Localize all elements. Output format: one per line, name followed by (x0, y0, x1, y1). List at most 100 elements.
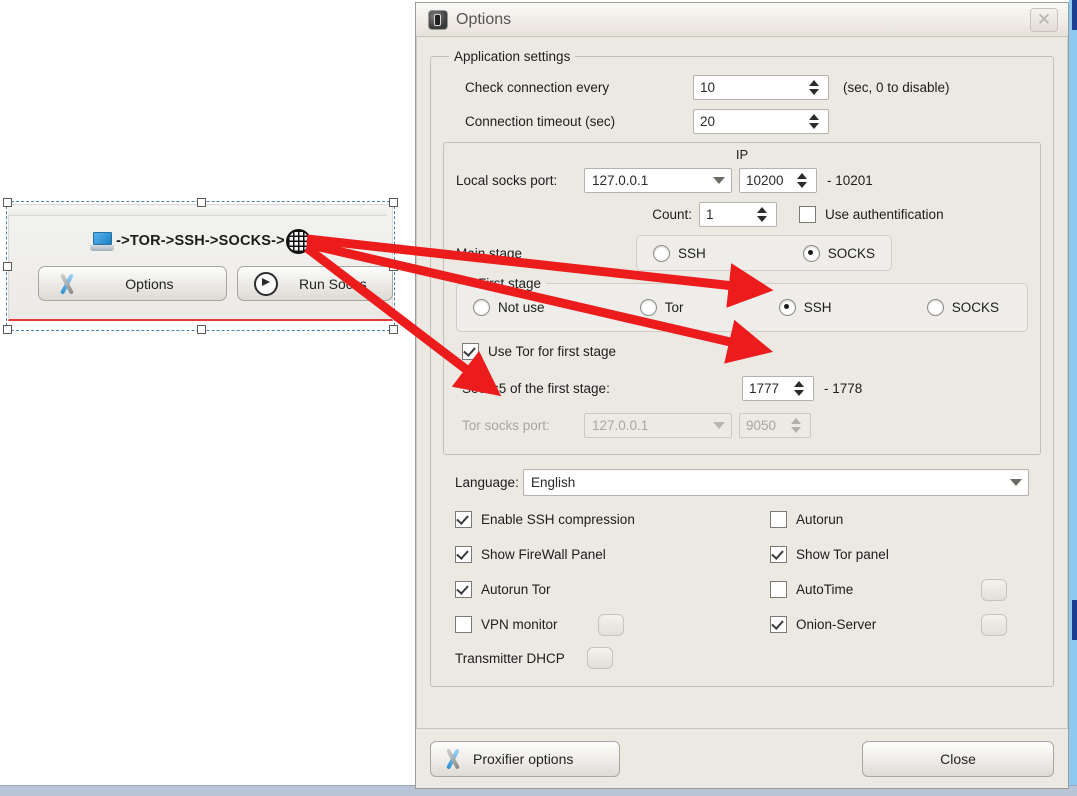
background-window-navy-top (1072, 0, 1077, 30)
dialog-title: Options (456, 10, 512, 28)
proxifier-options-label: Proxifier options (473, 750, 574, 767)
onion-server-toggle-pill[interactable] (981, 613, 1007, 636)
tools-icon (441, 747, 463, 770)
spinner-arrows[interactable] (804, 110, 828, 133)
autorun-tor-label: Autorun Tor (481, 582, 551, 597)
language-value[interactable]: English (524, 475, 1004, 490)
autotime-label: AutoTime (796, 582, 854, 597)
first-stage-legend: First stage (478, 276, 542, 291)
socks5-first-stage-end: - 1778 (824, 380, 863, 396)
local-socks-port-value[interactable]: 10200 (740, 169, 792, 192)
language-combo[interactable]: English (523, 469, 1029, 496)
check-connection-label: Check connection every (465, 79, 610, 95)
onion-server-checkbox[interactable]: Onion-Server (770, 616, 876, 633)
resize-handle-ne[interactable] (389, 198, 398, 207)
checkbox-box[interactable] (770, 546, 787, 563)
spinner-arrows[interactable] (752, 203, 776, 226)
resize-handle-n[interactable] (196, 198, 206, 207)
check-connection-value[interactable]: 10 (694, 76, 804, 99)
main-stage-radio-socks[interactable]: SOCKS (802, 244, 875, 262)
vpn-monitor-checkbox[interactable]: VPN monitor (455, 616, 558, 633)
check-connection-row: Check connection every 10 (sec, 0 to dis… (443, 70, 1041, 104)
checkbox-box[interactable] (455, 511, 472, 528)
resize-handle-s[interactable] (196, 325, 206, 334)
close-button[interactable]: Close (862, 740, 1054, 777)
checkbox-box[interactable] (770, 616, 787, 633)
socks5-first-stage-spinner[interactable]: 1777 (742, 375, 814, 401)
resize-handle-nw[interactable] (3, 198, 12, 207)
connection-timeout-label: Connection timeout (sec) (465, 113, 616, 129)
check-connection-spinner[interactable]: 10 (693, 74, 829, 100)
resize-handle-se[interactable] (389, 325, 398, 334)
first-stage-radio-socks[interactable]: SOCKS (926, 298, 999, 316)
autorun-tor-checkbox[interactable]: Autorun Tor (455, 581, 551, 598)
checkbox-box[interactable] (462, 342, 479, 360)
checkbox-box[interactable] (799, 205, 816, 223)
connection-timeout-spinner[interactable]: 20 (693, 108, 829, 134)
checkbox-box[interactable] (770, 581, 787, 598)
resize-handle-e[interactable] (389, 262, 398, 271)
radio-dot[interactable] (926, 298, 944, 316)
connection-timeout-value[interactable]: 20 (694, 110, 804, 133)
chevron-down-icon[interactable] (1004, 479, 1028, 486)
checkbox-box[interactable] (770, 511, 787, 528)
autotime-toggle-pill[interactable] (981, 578, 1007, 601)
use-authentification-label: Use authentification (825, 206, 944, 222)
connection-timeout-row: Connection timeout (sec) 20 (443, 104, 1041, 138)
local-socks-port-spinner[interactable]: 10200 (739, 167, 817, 193)
first-stage-radio-tor[interactable]: Tor (639, 298, 684, 316)
show-tor-panel-checkbox[interactable]: Show Tor panel (770, 546, 889, 563)
first-stage-radio-ssh-label: SSH (803, 299, 832, 315)
first-stage-radio-ssh[interactable]: SSH (778, 298, 832, 316)
spinner-arrows[interactable] (804, 76, 828, 99)
background-window-navy-mid (1072, 600, 1077, 640)
options-checkbox-grid: Enable SSH compression Autorun Show Fire… (455, 502, 1029, 674)
checkbox-box[interactable] (455, 581, 472, 598)
application-settings-group: Application settings Check connection ev… (430, 49, 1054, 687)
dialog-footer: Proxifier options Close (416, 728, 1068, 788)
autorun-label: Autorun (796, 512, 844, 527)
transmitter-dhcp-toggle-pill[interactable] (586, 647, 613, 669)
local-socks-port-row: Local socks port: 127.0.0.1 10200 - 1020… (456, 164, 1028, 196)
radio-dot[interactable] (653, 244, 670, 262)
close-icon[interactable]: ✕ (1030, 7, 1058, 32)
main-stage-label: Main stage (456, 245, 523, 261)
radio-dot[interactable] (802, 244, 820, 262)
main-stage-radio-ssh[interactable]: SSH (653, 244, 706, 262)
app-icon (428, 9, 448, 30)
radio-dot[interactable] (639, 298, 657, 316)
checkbox-box[interactable] (455, 546, 472, 563)
language-row: Language: English (455, 469, 1029, 496)
use-authentification-checkbox[interactable]: Use authentification (799, 205, 944, 223)
autotime-checkbox[interactable]: AutoTime (770, 581, 853, 598)
local-socks-ip-value[interactable]: 127.0.0.1 (585, 173, 707, 188)
tor-socks-port-label: Tor socks port: (462, 417, 550, 433)
vpn-monitor-toggle-pill[interactable] (597, 613, 624, 636)
spinner-arrows[interactable] (789, 377, 813, 400)
proxifier-options-button[interactable]: Proxifier options (430, 740, 620, 777)
checkbox-box[interactable] (455, 616, 472, 633)
show-firewall-panel-checkbox[interactable]: Show FireWall Panel (455, 546, 606, 563)
first-stage-radio-not-use[interactable]: Not use (473, 298, 545, 316)
local-socks-ip-combo[interactable]: 127.0.0.1 (584, 167, 732, 193)
widget-selection-frame[interactable] (3, 198, 398, 334)
ip-caption: IP (735, 147, 749, 162)
dialog-titlebar[interactable]: Options ✕ (416, 3, 1068, 37)
radio-dot[interactable] (473, 298, 490, 316)
checkbox-row: Enable SSH compression Autorun (455, 502, 1029, 537)
chevron-down-icon[interactable] (707, 176, 731, 184)
count-value[interactable]: 1 (700, 203, 752, 226)
spinner-arrows[interactable] (792, 169, 816, 192)
enable-ssh-compression-label: Enable SSH compression (481, 512, 635, 527)
enable-ssh-compression-checkbox[interactable]: Enable SSH compression (455, 511, 635, 528)
autorun-checkbox[interactable]: Autorun (770, 511, 843, 528)
spinner-arrows (786, 414, 810, 437)
resize-handle-sw[interactable] (3, 325, 12, 334)
socks5-first-stage-value[interactable]: 1777 (743, 377, 789, 400)
first-stage-radio-tor-label: Tor (664, 299, 684, 315)
resize-handle-w[interactable] (3, 262, 12, 271)
main-stage-radio-group: SSH SOCKS (636, 235, 892, 271)
use-tor-for-first-stage-checkbox[interactable]: Use Tor for first stage (462, 342, 616, 360)
count-spinner[interactable]: 1 (699, 201, 777, 227)
radio-dot[interactable] (778, 298, 796, 316)
